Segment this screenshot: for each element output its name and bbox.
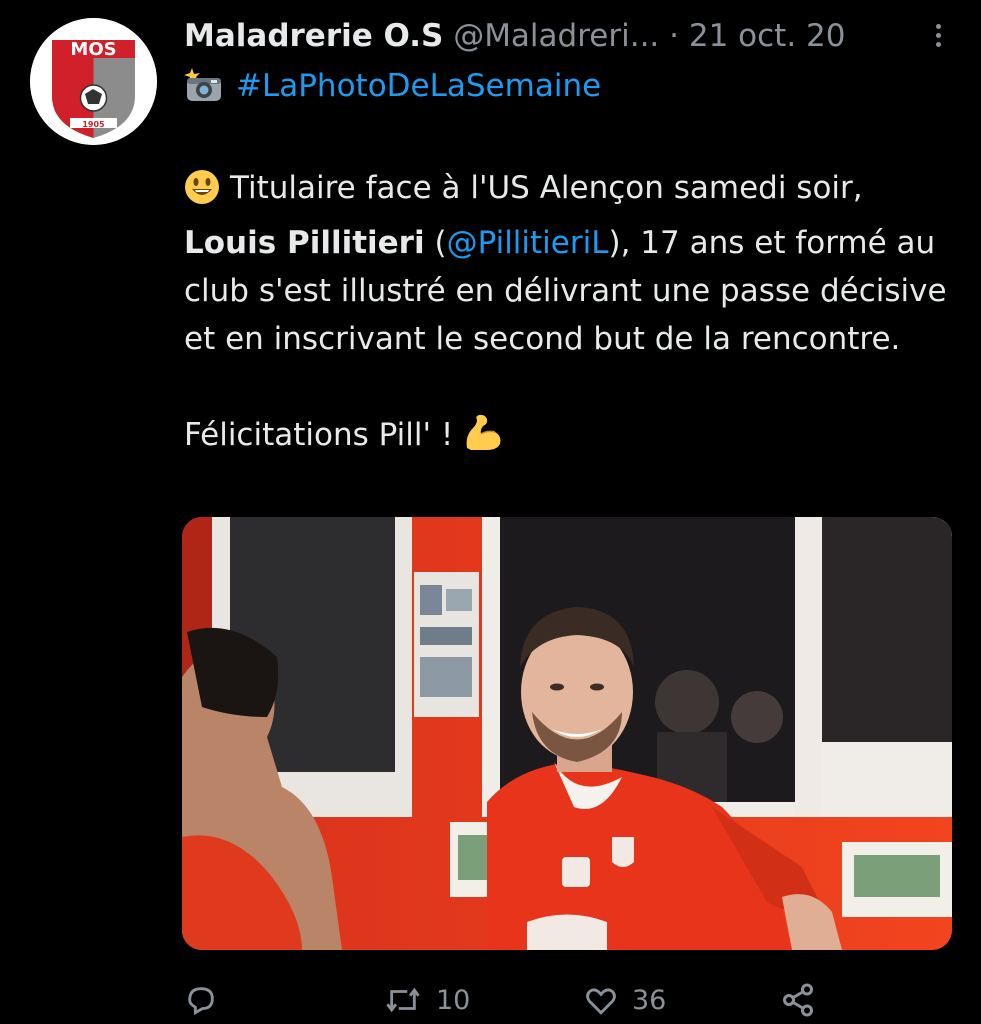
hashtag-line: #LaPhotoDeLaSemaine	[184, 64, 601, 114]
hashtag-link[interactable]: #LaPhotoDeLaSemaine	[236, 68, 601, 104]
comment-icon	[188, 987, 214, 1016]
photo-image	[182, 517, 952, 950]
smiley-emoji-icon	[184, 169, 220, 219]
flexed-biceps-icon	[463, 414, 503, 466]
body-line-1: Titulaire face à l'US Alençon samedi soi…	[230, 170, 863, 206]
separator-dot: ·	[669, 18, 679, 54]
tweet-photo[interactable]	[182, 517, 952, 950]
congrats-text: Félicitations Pill' !	[184, 417, 454, 453]
retweet-count: 10	[436, 984, 471, 1016]
player-name: Louis Pillitieri	[184, 225, 425, 261]
avatar[interactable]: MOS 1905	[30, 18, 157, 145]
logo-year: 1905	[82, 120, 105, 129]
action-bar: 10 36	[184, 978, 954, 1022]
logo-text: MOS	[70, 39, 116, 60]
like-button[interactable]: 36	[584, 978, 666, 1022]
comment-button[interactable]	[184, 978, 218, 1022]
like-icon	[586, 988, 616, 1015]
share-icon	[783, 983, 813, 1017]
club-logo: MOS 1905	[30, 18, 157, 145]
paren-open: (	[424, 225, 447, 261]
tweet-date[interactable]: 21 oct. 20	[689, 18, 846, 54]
user-handle[interactable]: @Maladreri...	[453, 18, 659, 54]
display-name[interactable]: Maladrerie O.S	[184, 18, 443, 54]
like-count: 36	[632, 984, 667, 1016]
retweet-button[interactable]: 10	[384, 978, 470, 1022]
more-options-icon[interactable]	[932, 20, 944, 54]
retweet-icon	[386, 987, 420, 1013]
tweet-header: Maladrerie O.S @Maladreri... · 21 oct. 2…	[184, 16, 944, 60]
mention-link[interactable]: @PillitieriL	[447, 225, 609, 261]
share-button[interactable]	[780, 978, 816, 1022]
camera-flash-icon	[184, 68, 224, 114]
tweet-text: Titulaire face à l'US Alençon samedi soi…	[184, 164, 954, 466]
